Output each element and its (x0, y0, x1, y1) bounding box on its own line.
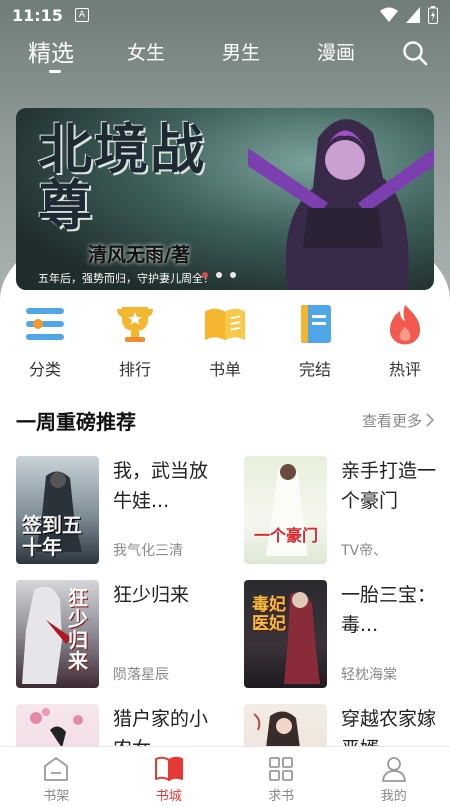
status-time: 11:15 (12, 5, 63, 25)
shortcut-label: 书单 (208, 360, 241, 379)
nav-label: 书架 (43, 789, 70, 804)
banner-title: 北境战尊 (38, 118, 206, 237)
pager-dot[interactable] (216, 272, 222, 278)
book-author: 轻枕海棠 (341, 667, 397, 683)
status-bar: 11:15 A (0, 0, 450, 30)
pager-dot[interactable] (202, 272, 208, 278)
book-card[interactable]: 狂少归来 狂少归来 陨落星辰 (16, 580, 216, 688)
tab-featured[interactable]: 精选 (28, 34, 74, 68)
see-more-label: 查看更多 (361, 411, 422, 430)
tab-female[interactable]: 女生 (127, 38, 165, 65)
banner-pager (202, 272, 236, 278)
tab-comics[interactable]: 漫画 (317, 38, 355, 65)
book-author: 我气化三清 (113, 543, 183, 559)
signal-icon (406, 7, 420, 23)
book-cover: 狂少归来 (16, 580, 99, 688)
tab-male[interactable]: 男生 (222, 38, 260, 65)
profile-icon (381, 757, 406, 782)
finished-book-icon (293, 302, 337, 346)
nav-label: 我的 (380, 789, 407, 804)
book-cover: 签到五十年 (16, 456, 99, 564)
book-title: 狂少归来 (113, 584, 190, 606)
banner-author: 清风无雨/著 (88, 244, 190, 266)
book-author: 陨落星辰 (113, 667, 169, 683)
shortcut-label: 热评 (388, 360, 421, 379)
shortcut-booklist[interactable]: 书单 (180, 302, 270, 382)
nav-request-book[interactable]: 求书 (225, 747, 338, 806)
cover-text: 一个豪门 (254, 526, 319, 545)
banner-tagline: 五年后，强势而归，守护妻儿周全！ (38, 272, 214, 285)
notification-icon: A (74, 8, 89, 22)
book-title: 一胎三宝：毒... (341, 584, 437, 636)
nav-bookshelf[interactable]: 书架 (0, 747, 113, 806)
category-shortcuts: 分类 排行 书单 完结 热评 (0, 302, 450, 382)
bookshelf-icon (44, 757, 69, 781)
book-cover: 毒妃医妃 (244, 580, 327, 688)
shortcut-category[interactable]: 分类 (0, 302, 90, 382)
category-icon (23, 302, 67, 346)
flame-icon (383, 302, 427, 346)
trophy-icon (113, 302, 157, 346)
battery-icon (428, 6, 438, 24)
chevron-right-icon (426, 413, 434, 427)
nav-label: 书城 (155, 789, 182, 804)
nav-profile[interactable]: 我的 (338, 747, 450, 806)
book-cover: 一个豪门 (244, 456, 327, 564)
shortcut-hot-reviews[interactable]: 热评 (360, 302, 450, 382)
pager-dot[interactable] (230, 272, 236, 278)
cover-text: 签到五十年 (22, 513, 82, 559)
shortcut-label: 分类 (28, 360, 61, 379)
see-more-link[interactable]: 查看更多 (362, 410, 434, 431)
book-author: TV帝、 (341, 543, 388, 559)
search-icon[interactable] (402, 40, 428, 66)
cover-text: 狂少归来 (68, 586, 88, 673)
book-card[interactable]: 毒妃医妃 一胎三宝：毒... 轻枕海棠 (244, 580, 444, 688)
channel-tabs: 精选 女生 男生 漫画 (0, 30, 450, 80)
request-book-icon (269, 757, 294, 781)
banner-artwork (248, 119, 434, 290)
shortcut-label: 排行 (118, 360, 151, 379)
active-tab-indicator (49, 70, 61, 73)
shortcut-ranking[interactable]: 排行 (90, 302, 180, 382)
shortcut-label: 完结 (298, 360, 331, 379)
book-title: 亲手打造一个豪门 (341, 460, 437, 512)
nav-bookstore[interactable]: 书城 (113, 747, 226, 806)
cover-text: 毒妃医妃 (252, 595, 286, 634)
bookstore-icon (154, 756, 183, 781)
book-card[interactable]: 一个豪门 亲手打造一个豪门 TV帝、 (244, 456, 444, 564)
weekly-recommend-header: 一周重磅推荐 查看更多 (16, 404, 434, 436)
shortcut-finished[interactable]: 完结 (270, 302, 360, 382)
book-card[interactable]: 签到五十年 我，武当放牛娃... 我气化三清 (16, 456, 216, 564)
wifi-icon (380, 7, 398, 22)
book-list-icon (203, 302, 247, 346)
bottom-navigation: 书架 书城 求书 我的 (0, 746, 450, 806)
book-title: 我，武当放牛娃... (113, 460, 209, 512)
nav-label: 求书 (268, 789, 295, 804)
section-title: 一周重磅推荐 (16, 409, 136, 434)
promo-banner[interactable]: 北境战尊 清风无雨/著 五年后，强势而归，守护妻儿周全！ (16, 108, 434, 290)
